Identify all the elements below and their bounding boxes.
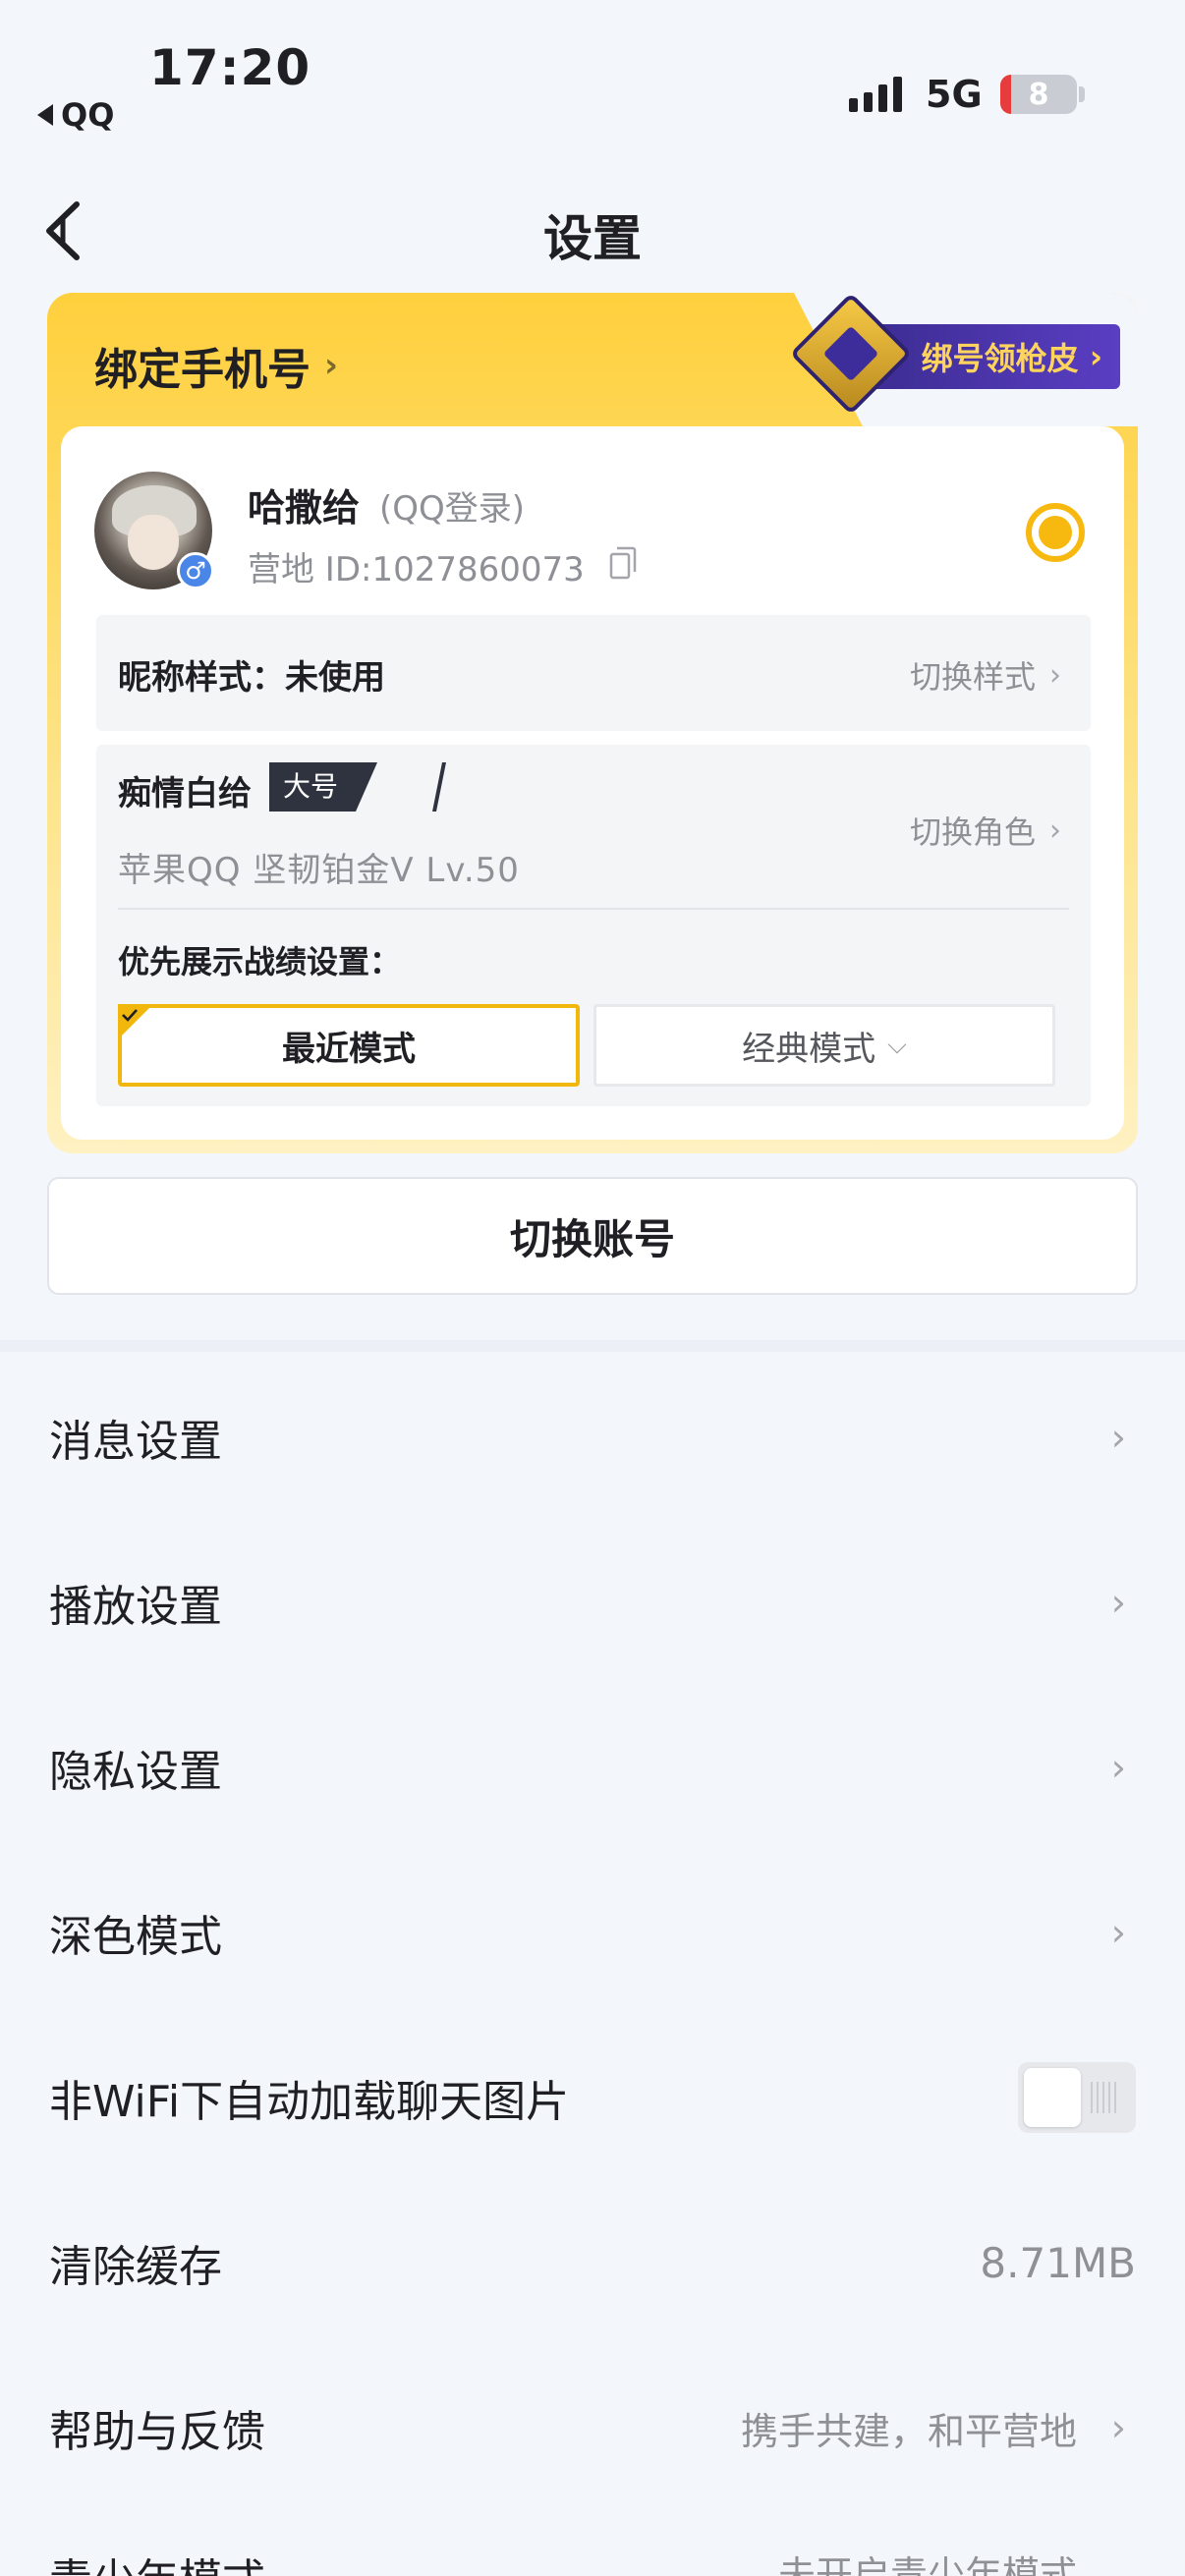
setting-label: 清除缓存 <box>49 2242 222 2292</box>
chevron-down-icon: ⌵ <box>887 1030 907 1060</box>
recent-mode-button[interactable]: 最近模式 <box>118 1004 580 1087</box>
auto-load-toggle[interactable] <box>1018 2062 1136 2133</box>
page-title: 设置 <box>543 210 642 267</box>
copy-icon[interactable] <box>609 546 637 580</box>
setting-help-feedback[interactable]: 帮助与反馈 携手共建，和平营地 › <box>0 2364 1185 2492</box>
selected-check-icon <box>118 1004 153 1039</box>
setting-label: 帮助与反馈 <box>49 2407 265 2457</box>
section-divider <box>0 1340 1185 1352</box>
chevron-right-icon: › <box>1049 657 1061 693</box>
priority-record-label: 优先展示战绩设置： <box>118 943 402 980</box>
setting-subtitle: 未开启青少年模式 <box>777 2553 1077 2576</box>
chevron-right-icon: › <box>1110 1416 1126 1459</box>
setting-privacy[interactable]: 隐私设置 › <box>0 1704 1185 1831</box>
setting-subtitle: 携手共建，和平营地 <box>740 2409 1077 2453</box>
gun-skin-icon <box>789 292 913 416</box>
return-to-app-link[interactable]: QQ <box>37 96 114 134</box>
cache-size: 8.71MB <box>980 2238 1136 2287</box>
camp-id: 营地 ID:1027860073 <box>248 550 585 589</box>
switch-style-link[interactable]: 切换样式 › <box>910 652 1061 698</box>
chevron-right-icon: › <box>1049 812 1061 848</box>
tag-slash-decoration <box>432 762 446 812</box>
role-info: 苹果QQ 坚韧铂金Ⅴ Lv.50 <box>118 851 520 890</box>
role-tag: 大号 <box>269 762 377 812</box>
setting-label: 非WiFi下自动加载聊天图片 <box>49 2077 570 2127</box>
bind-phone-link[interactable]: 绑定手机号 › <box>94 334 338 397</box>
setting-youth-mode[interactable]: 青少年模式 <box>49 2545 265 2576</box>
switch-account-button[interactable]: 切换账号 <box>47 1177 1138 1295</box>
classic-mode-label: 经典模式 <box>742 1029 876 1069</box>
nickname-style-row[interactable]: 昵称样式：未使用 切换样式 › <box>96 615 1091 731</box>
switch-style-label: 切换样式 <box>909 658 1036 696</box>
battery-level: 8 <box>1028 78 1049 112</box>
setting-label: 隐私设置 <box>49 1747 222 1797</box>
back-triangle-icon <box>37 104 53 126</box>
switch-role-link[interactable]: 切换角色 › <box>910 808 1061 853</box>
setting-dark-mode[interactable]: 深色模式 › <box>0 1869 1185 1996</box>
promo-label: 绑号领枪皮 <box>921 340 1079 377</box>
setting-label: 深色模式 <box>49 1912 222 1962</box>
chevron-right-icon: › <box>1110 1911 1126 1954</box>
switch-role-label: 切换角色 <box>909 813 1036 851</box>
battery-icon: 8 <box>1000 75 1077 114</box>
bind-phone-label: 绑定手机号 <box>94 345 310 395</box>
chevron-right-icon: › <box>1110 1746 1126 1789</box>
setting-clear-cache[interactable]: 清除缓存 8.71MB <box>0 2199 1185 2326</box>
setting-auto-load-images: 非WiFi下自动加载聊天图片 <box>0 2034 1185 2161</box>
user-name: 哈撒给 <box>248 486 361 530</box>
male-gender-icon: ♂ <box>177 552 214 589</box>
promo-bind-reward[interactable]: 绑号领枪皮 › <box>789 292 1120 416</box>
setting-message[interactable]: 消息设置 › <box>0 1373 1185 1501</box>
login-type: (QQ登录) <box>379 489 526 529</box>
chevron-right-icon: › <box>324 346 339 385</box>
toggle-knob <box>1024 2068 1081 2127</box>
nickname-style-label: 昵称样式：未使用 <box>118 658 385 698</box>
network-type: 5G <box>926 73 983 116</box>
account-selected-radio[interactable] <box>1026 503 1085 562</box>
status-bar: 17:20 QQ 5G 8 <box>0 0 1185 147</box>
return-app-label: QQ <box>61 96 115 134</box>
battery-nub <box>1079 86 1085 102</box>
chevron-right-icon: › <box>1110 2406 1126 2449</box>
recent-mode-label: 最近模式 <box>282 1029 416 1069</box>
chevron-right-icon: › <box>1110 1581 1126 1624</box>
divider <box>118 908 1069 910</box>
classic-mode-dropdown[interactable]: 经典模式 ⌵ <box>593 1004 1055 1087</box>
setting-playback[interactable]: 播放设置 › <box>0 1539 1185 1666</box>
chevron-right-icon: › <box>1078 338 1102 375</box>
switch-account-label: 切换账号 <box>509 1214 675 1263</box>
setting-label: 播放设置 <box>49 1582 222 1632</box>
signal-icon <box>849 75 902 112</box>
role-name: 痴情白给 <box>118 774 252 813</box>
game-role-panel: 痴情白给 大号 苹果QQ 坚韧铂金Ⅴ Lv.50 切换角色 › 优先展示战绩设置… <box>96 745 1091 1106</box>
status-time: 17:20 <box>149 39 311 96</box>
setting-label: 消息设置 <box>49 1417 222 1467</box>
